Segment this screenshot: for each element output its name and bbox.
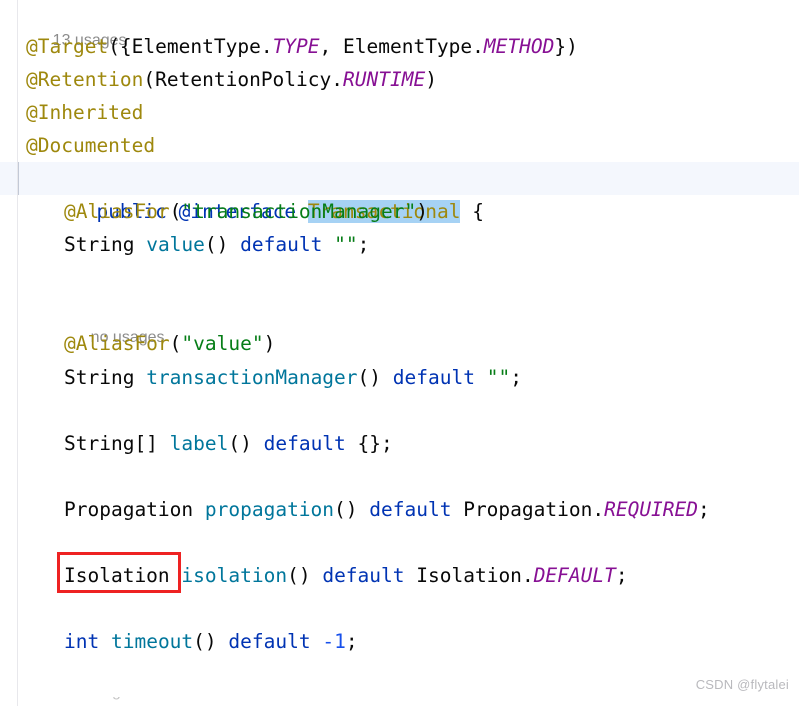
- aliasfor-1-open-paren: (: [169, 200, 182, 223]
- default-value-timeout: -1: [322, 630, 346, 653]
- timeout-parens: (): [193, 630, 217, 653]
- method-propagation: propagation: [204, 498, 335, 521]
- enum-const-required: REQUIRED: [604, 498, 699, 521]
- propagation-dot: .: [592, 498, 605, 521]
- code-line-documented[interactable]: @Documented: [0, 129, 799, 162]
- code-line-aliasfor-1[interactable]: @AliasFor("transactionManager"): [0, 195, 799, 228]
- aliasfor-1-close-paren: ): [416, 200, 428, 223]
- semicolon-4: ;: [698, 498, 710, 521]
- isolation-parens: (): [287, 564, 311, 587]
- propagation-parens: (): [334, 498, 358, 521]
- code-line-transactionmanager-method[interactable]: String transactionManager() default "";: [0, 361, 799, 394]
- aliasfor-2-open-paren: (: [169, 332, 182, 355]
- keyword-default-5: default: [322, 564, 405, 587]
- code-line-timeout-method[interactable]: int timeout() default -1;: [0, 625, 799, 658]
- transactionmanager-parens: (): [357, 366, 382, 389]
- watermark: CSDN @flytalei: [695, 677, 789, 692]
- dot-2: .: [472, 35, 484, 58]
- keyword-default-4: default: [369, 498, 452, 521]
- aliasfor-2-close-paren: ): [263, 332, 276, 355]
- code-line-value-method[interactable]: String value() default "";: [0, 228, 799, 261]
- const-runtime: RUNTIME: [343, 68, 426, 91]
- return-type-string-array: String[]: [64, 432, 158, 455]
- default-value-2: "": [486, 366, 511, 389]
- clipped-line-content: no usages: [0, 697, 799, 706]
- code-line-label-method[interactable]: String[] label() default {};: [0, 427, 799, 460]
- annotation-target: @Target: [26, 35, 109, 58]
- aliasfor-1-arg: "transactionManager": [181, 200, 417, 223]
- method-timeout: timeout: [110, 630, 194, 653]
- target-close-paren: }): [554, 35, 578, 58]
- retention-close-paren: ): [425, 68, 437, 91]
- value-parens: (): [204, 233, 229, 256]
- return-type-propagation: Propagation: [64, 498, 194, 521]
- comma-1: ,: [319, 35, 344, 58]
- annotation-retention: @Retention: [26, 68, 144, 91]
- annotation-aliasfor-1: @AliasFor: [64, 200, 170, 223]
- code-line-retention[interactable]: @Retention(RetentionPolicy.RUNTIME): [0, 63, 799, 96]
- const-type: TYPE: [272, 35, 320, 58]
- method-value: value: [146, 233, 205, 256]
- code-editor[interactable]: 13 usages @Target({ElementType.TYPE, Ele…: [0, 0, 799, 706]
- method-transactionmanager: transactionManager: [146, 366, 358, 389]
- const-method: METHOD: [483, 35, 555, 58]
- semicolon-5: ;: [615, 564, 628, 587]
- return-type-isolation: Isolation: [64, 564, 170, 587]
- code-content[interactable]: 13 usages @Target({ElementType.TYPE, Ele…: [0, 0, 799, 706]
- inlay-hint-usages[interactable]: 13 usages: [0, 0, 799, 49]
- return-type-int: int: [64, 630, 100, 653]
- enum-const-default: DEFAULT: [533, 564, 616, 587]
- default-value-3: {}: [357, 432, 382, 455]
- return-type-string-1: String: [64, 233, 135, 256]
- method-isolation: isolation: [181, 564, 288, 587]
- keyword-default-6: default: [228, 630, 311, 653]
- dot-1: .: [260, 35, 273, 58]
- semicolon-3: ;: [381, 432, 393, 455]
- method-label: label: [169, 432, 229, 455]
- code-line-declaration[interactable]: public @interface Transactional {: [0, 162, 799, 223]
- target-open-paren: ({: [108, 35, 132, 58]
- elementtype-2: ElementType: [343, 35, 473, 58]
- annotation-aliasfor-2: @AliasFor: [64, 332, 170, 355]
- isolation-dot: .: [521, 564, 534, 587]
- clipped-bottom-line: no usages: [0, 697, 799, 706]
- default-value-1: "": [334, 233, 358, 256]
- code-line-propagation-method[interactable]: Propagation propagation() default Propag…: [0, 493, 799, 526]
- code-line-aliasfor-2[interactable]: @AliasFor("value"): [0, 327, 799, 360]
- semicolon-1: ;: [357, 233, 370, 256]
- keyword-default-2: default: [392, 366, 475, 389]
- retention-open-paren: (: [143, 68, 156, 91]
- clipped-inlay-hint: no usages: [64, 697, 138, 700]
- gutter-separator: [17, 0, 18, 706]
- inlay-hint-no-usages[interactable]: no usages: [0, 297, 799, 346]
- label-parens: (): [228, 432, 252, 455]
- code-line-inherited[interactable]: @Inherited: [0, 96, 799, 129]
- return-type-string-2: String: [64, 366, 135, 389]
- elementtype-1: ElementType: [131, 35, 261, 58]
- aliasfor-2-arg: "value": [181, 332, 264, 355]
- annotation-documented: @Documented: [26, 134, 156, 157]
- keyword-default-3: default: [263, 432, 346, 455]
- code-line-isolation-method[interactable]: Isolation isolation() default Isolation.…: [0, 559, 799, 592]
- retention-dot: .: [331, 68, 344, 91]
- keyword-default-1: default: [240, 233, 323, 256]
- enum-type-isolation: Isolation: [416, 564, 522, 587]
- code-line-target[interactable]: @Target({ElementType.TYPE, ElementType.M…: [0, 30, 799, 63]
- semicolon-2: ;: [510, 366, 522, 389]
- annotation-inherited: @Inherited: [26, 101, 144, 124]
- enum-type-propagation: Propagation: [463, 498, 593, 521]
- semicolon-6: ;: [345, 630, 358, 653]
- retention-policy: RetentionPolicy: [155, 68, 332, 91]
